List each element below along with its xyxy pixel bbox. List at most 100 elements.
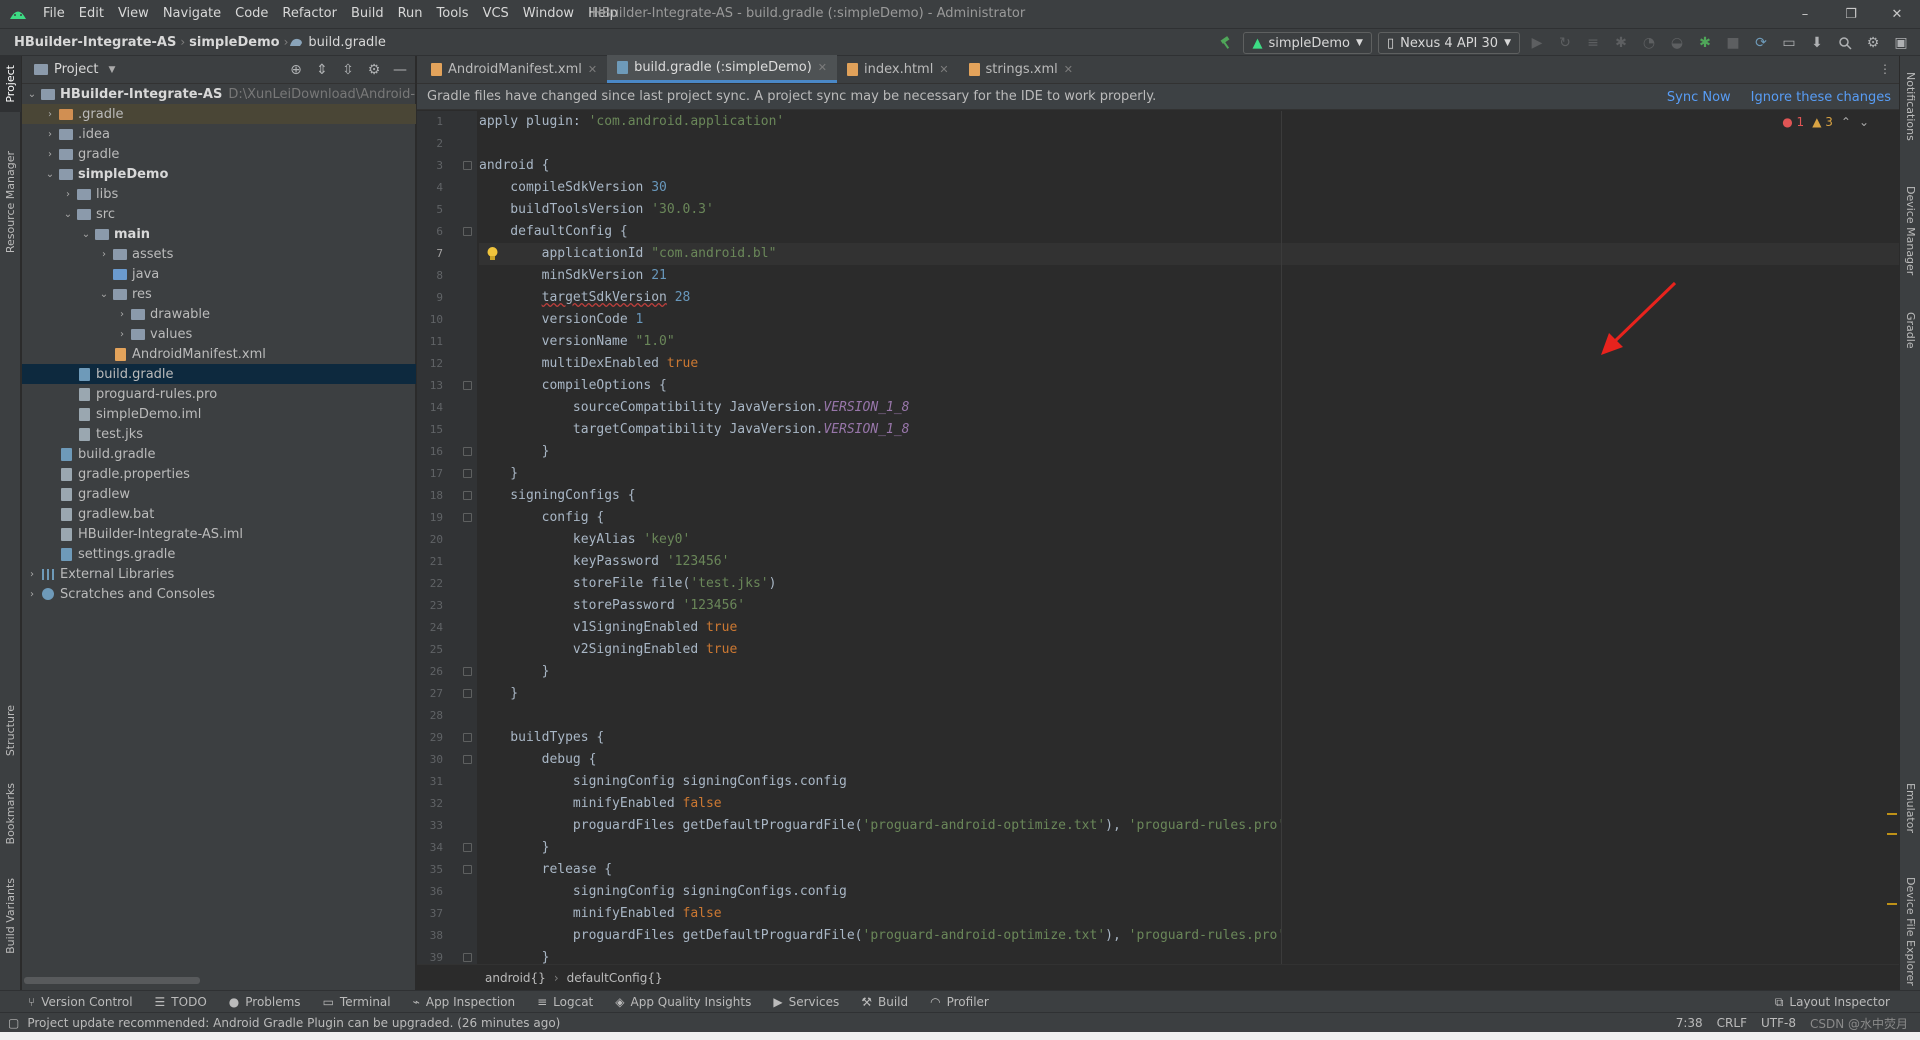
code-line[interactable]: proguardFiles getDefaultProguardFile('pr…	[479, 925, 1899, 947]
close-tab-icon[interactable]: ✕	[939, 63, 948, 76]
line-number[interactable]: 38	[417, 925, 477, 947]
warning-stripe[interactable]	[1887, 833, 1897, 835]
line-number[interactable]: 25	[417, 639, 477, 661]
code-line[interactable]: targetCompatibility JavaVersion.VERSION_…	[479, 419, 1899, 441]
close-tab-icon[interactable]: ✕	[818, 61, 827, 74]
tool-window-profiler[interactable]: ◠ Profiler	[930, 995, 989, 1009]
tool-tab-device-file-explorer[interactable]: Device File Explorer	[1900, 856, 1920, 1006]
tree-root-row[interactable]: ⌄ HBuilder-Integrate-AS D:\XunLeiDownloa…	[22, 84, 416, 104]
editor-tab[interactable]: index.html ✕	[837, 55, 959, 83]
fold-marker-icon[interactable]	[463, 843, 472, 852]
tool-tab-build-variants[interactable]: Build Variants	[0, 866, 21, 966]
code-line[interactable]: signingConfig signingConfigs.config	[479, 881, 1899, 903]
status-message[interactable]: Project update recommended: Android Grad…	[27, 1016, 560, 1030]
code-line[interactable]: sourceCompatibility JavaVersion.VERSION_…	[479, 397, 1899, 419]
line-number[interactable]: 24	[417, 617, 477, 639]
device-select[interactable]: ▯ Nexus 4 API 30 ▼	[1377, 32, 1520, 54]
code-line[interactable]: versionName "1.0"	[479, 331, 1899, 353]
menu-run[interactable]: Run	[391, 0, 430, 28]
menu-code[interactable]: Code	[228, 0, 275, 28]
chevron-down-icon[interactable]: ⌄	[78, 229, 94, 240]
breadcrumb-default-config[interactable]: defaultConfig{}	[567, 971, 663, 985]
panel-options-gear-icon[interactable]: ⚙	[363, 59, 385, 81]
code-line[interactable]: compileSdkVersion 30	[479, 177, 1899, 199]
project-view-title[interactable]: Project	[54, 62, 98, 77]
tool-tab-emulator[interactable]: Emulator	[1900, 768, 1920, 848]
code-line[interactable]: defaultConfig {	[479, 221, 1899, 243]
tree-row-java[interactable]: java	[22, 264, 416, 284]
tree-row-idea[interactable]: › .idea	[22, 124, 416, 144]
tool-tab-bookmarks[interactable]: Bookmarks	[0, 774, 21, 854]
tool-window-terminal[interactable]: ▭ Terminal	[323, 995, 391, 1009]
code-line[interactable]: buildTypes {	[479, 727, 1899, 749]
tool-window-build[interactable]: ⚒ Build	[861, 995, 908, 1009]
menu-navigate[interactable]: Navigate	[156, 0, 228, 28]
tool-tab-resource-manager[interactable]: Resource Manager	[0, 142, 21, 262]
code-line[interactable]: android {	[479, 155, 1899, 177]
sdk-manager-icon[interactable]: ⬇	[1806, 32, 1828, 54]
tool-tab-structure[interactable]: Structure	[0, 696, 21, 766]
menu-edit[interactable]: Edit	[72, 0, 111, 28]
tree-row-main[interactable]: ⌄ main	[22, 224, 416, 244]
line-number[interactable]: 33	[417, 815, 477, 837]
tree-row-gradlew-bat[interactable]: gradlew.bat	[22, 504, 416, 524]
chevron-down-icon[interactable]: ⌄	[42, 169, 58, 180]
code-line[interactable]: keyPassword '123456'	[479, 551, 1899, 573]
code-line[interactable]: versionCode 1	[479, 309, 1899, 331]
fold-marker-icon[interactable]	[463, 953, 472, 962]
line-number[interactable]: 15	[417, 419, 477, 441]
tool-window-app-inspection[interactable]: ⌁ App Inspection	[413, 995, 515, 1009]
sync-now-link[interactable]: Sync Now	[1667, 90, 1731, 105]
tree-row-gradle[interactable]: › gradle	[22, 144, 416, 164]
settings-gear-icon[interactable]: ⚙	[1862, 32, 1884, 54]
code-line[interactable]: proguardFiles getDefaultProguardFile('pr…	[479, 815, 1899, 837]
line-number[interactable]: 1	[417, 111, 477, 133]
code-line[interactable]: release {	[479, 859, 1899, 881]
layout-inspector-tab[interactable]: ⧉ Layout Inspector	[1775, 991, 1890, 1013]
tree-row-values[interactable]: › values	[22, 324, 416, 344]
coverage-icon[interactable]: ◒	[1666, 32, 1688, 54]
nav-file[interactable]: build.gradle	[304, 35, 390, 50]
restore-button[interactable]: ❐	[1828, 0, 1874, 28]
tree-row-build-gradle[interactable]: build.gradle	[22, 364, 416, 384]
fold-marker-icon[interactable]	[463, 755, 472, 764]
line-number[interactable]: 9	[417, 287, 477, 309]
code-line[interactable]: }	[479, 661, 1899, 683]
line-number[interactable]: 20	[417, 529, 477, 551]
tree-row-androidmanifest-xml[interactable]: AndroidManifest.xml	[22, 344, 416, 364]
tree-row-scratches-and-consoles[interactable]: › Scratches and Consoles	[22, 584, 416, 604]
chevron-right-icon[interactable]: ›	[114, 329, 130, 340]
code-line[interactable]: }	[479, 837, 1899, 859]
minimize-button[interactable]: –	[1782, 0, 1828, 28]
profile-icon[interactable]: ◔	[1638, 32, 1660, 54]
fold-marker-icon[interactable]	[463, 865, 472, 874]
tree-row-simpledemo-iml[interactable]: simpleDemo.iml	[22, 404, 416, 424]
menu-refactor[interactable]: Refactor	[275, 0, 344, 28]
menu-build[interactable]: Build	[344, 0, 391, 28]
fold-marker-icon[interactable]	[463, 469, 472, 478]
code-line[interactable]: signingConfigs {	[479, 485, 1899, 507]
fold-marker-icon[interactable]	[463, 161, 472, 170]
line-number[interactable]: 31	[417, 771, 477, 793]
caret-position[interactable]: 7:38	[1676, 1016, 1703, 1030]
account-icon[interactable]: ▣	[1890, 32, 1912, 54]
fold-marker-icon[interactable]	[463, 227, 472, 236]
run-icon[interactable]: ▶	[1526, 32, 1548, 54]
code-area[interactable]: 1 2 3 4 5 6 7 8 9 10 11 12 13 14 15 16 17 18 19 20 21 22 23 24 2…	[417, 111, 1899, 964]
file-encoding[interactable]: UTF-8	[1761, 1016, 1796, 1030]
code-line[interactable]: minifyEnabled false	[479, 903, 1899, 925]
tool-window-services[interactable]: ▶ Services	[773, 995, 839, 1009]
chevron-right-icon[interactable]: ›	[42, 129, 58, 140]
line-number[interactable]: 22	[417, 573, 477, 595]
line-number[interactable]: 21	[417, 551, 477, 573]
code-line[interactable]: storePassword '123456'	[479, 595, 1899, 617]
close-window-button[interactable]: ✕	[1874, 0, 1920, 28]
line-number[interactable]: 4	[417, 177, 477, 199]
tool-tab-gradle[interactable]: Gradle	[1900, 300, 1920, 360]
tool-window-todo[interactable]: ☰ TODO	[155, 995, 207, 1009]
code-lines[interactable]: apply plugin: 'com.android.application' a…	[479, 111, 1899, 964]
tool-window-version-control[interactable]: ⑂ Version Control	[28, 995, 133, 1009]
code-line[interactable]	[479, 705, 1899, 727]
editor-tab[interactable]: build.gradle (:simpleDemo) ✕	[607, 55, 837, 83]
warning-stripe[interactable]	[1887, 813, 1897, 815]
